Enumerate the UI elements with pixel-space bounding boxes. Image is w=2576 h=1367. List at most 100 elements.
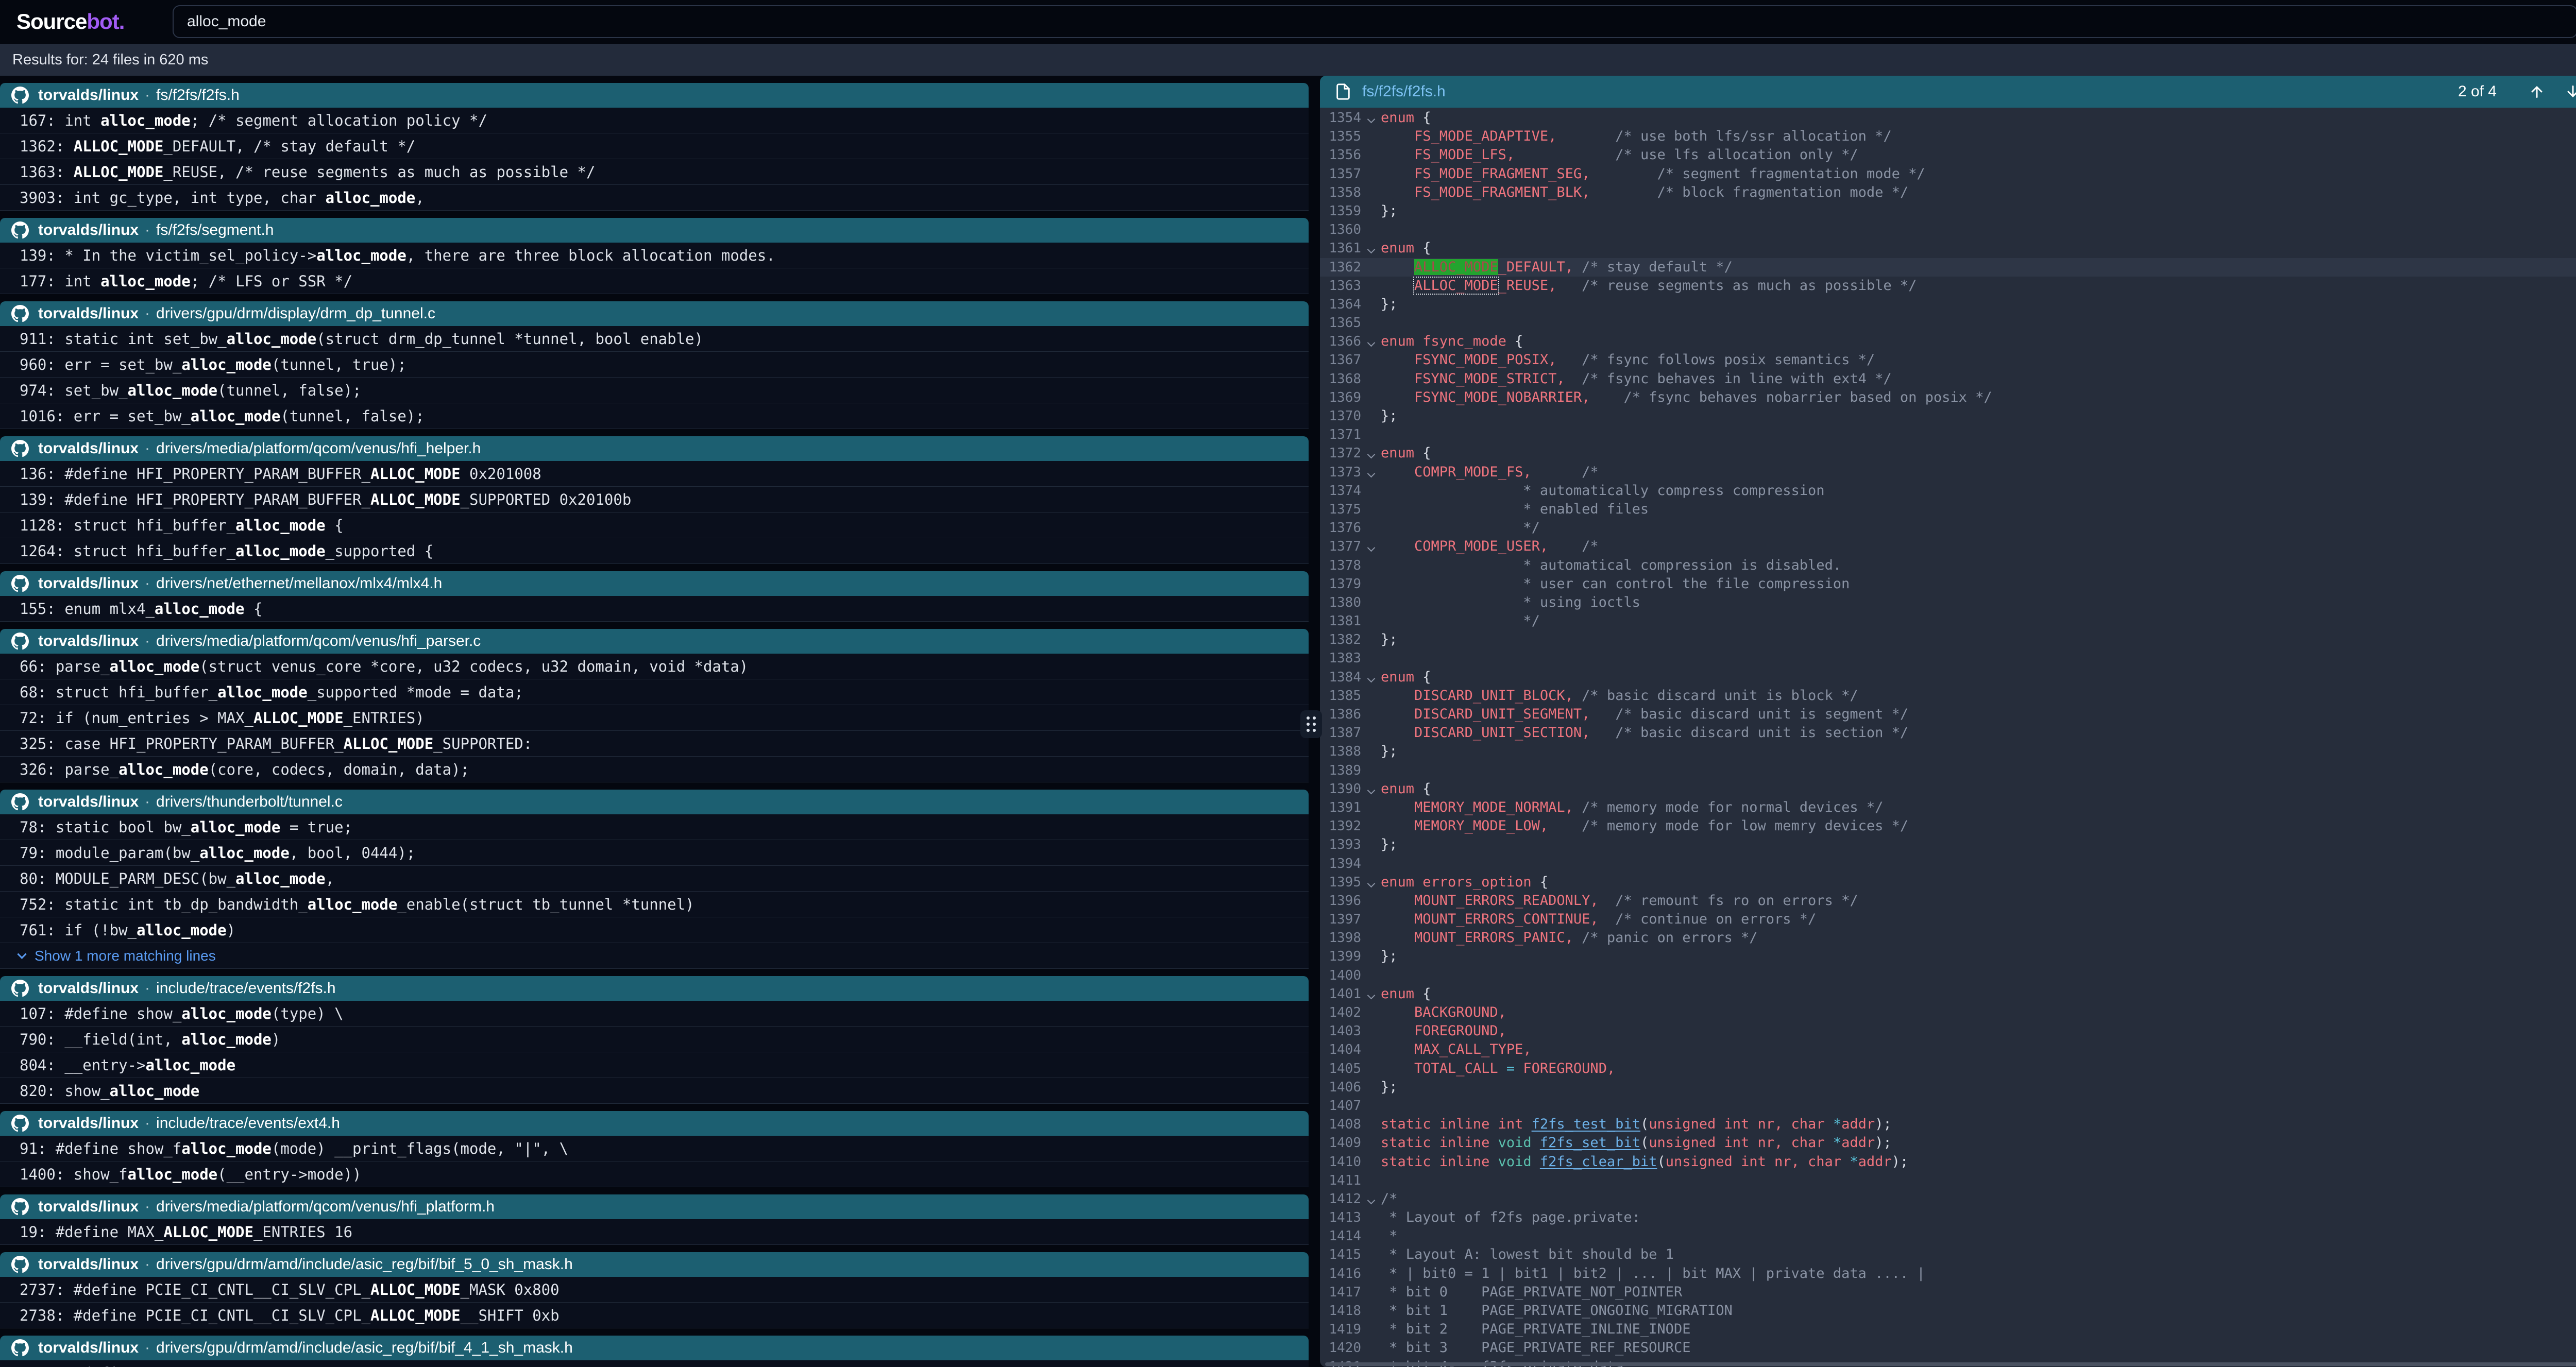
result-file-header[interactable]: torvalds/linux·drivers/media/platform/qc… <box>0 1194 1309 1219</box>
match-line[interactable]: 820: show_alloc_mode <box>0 1078 1309 1104</box>
code-after-match: { <box>245 600 263 618</box>
match-line[interactable]: 80: MODULE_PARM_DESC(bw_alloc_mode, <box>0 866 1309 892</box>
match-line[interactable]: 2738: #define PCIE_CI_CNTL__CI_SLV_CPL_A… <box>0 1303 1309 1328</box>
preview-file-name[interactable]: fs/f2fs/f2fs.h <box>1362 83 1446 100</box>
code-token: FS_MODE_FRAGMENT_BLK, <box>1414 184 1590 200</box>
match-line[interactable]: 2151: #define PCIE_CI_CNTL__CI_SLV_CPL_A… <box>0 1360 1309 1367</box>
code-token: enum <box>1381 240 1414 256</box>
fold-toggle[interactable] <box>1361 109 1381 127</box>
match-highlight: alloc_mode <box>145 1056 235 1074</box>
match-line[interactable]: 78: static bool bw_alloc_mode = true; <box>0 814 1309 840</box>
code-line: 1389 <box>1320 761 2576 780</box>
match-highlight: alloc_mode <box>316 247 406 264</box>
match-line[interactable]: 1264: struct hfi_buffer_alloc_mode_suppo… <box>0 538 1309 564</box>
result-file-header[interactable]: torvalds/linux·drivers/media/platform/qc… <box>0 436 1309 461</box>
match-line[interactable]: 1363: ALLOC_MODE_REUSE, /* reuse segment… <box>0 159 1309 185</box>
match-line[interactable]: 1016: err = set_bw_alloc_mode(tunnel, fa… <box>0 403 1309 429</box>
code-after-match: _enable(struct tb_tunnel *tunnel) <box>397 896 694 913</box>
result-file-header[interactable]: torvalds/linux·fs/f2fs/segment.h <box>0 218 1309 243</box>
result-file-header[interactable]: torvalds/linux·include/trace/events/ext4… <box>0 1111 1309 1136</box>
code-before-match: set_bw_ <box>64 382 127 399</box>
fold-toggle[interactable] <box>1361 668 1381 687</box>
previous-match-button[interactable] <box>2522 77 2551 106</box>
fold-toggle[interactable] <box>1361 1190 1381 1208</box>
match-line[interactable]: 107: #define show_alloc_mode(type) \ <box>0 1001 1309 1027</box>
fold-toggle[interactable] <box>1361 985 1381 1003</box>
match-line[interactable]: 139: #define HFI_PROPERTY_PARAM_BUFFER_A… <box>0 487 1309 512</box>
match-line[interactable]: 139: * In the victim_sel_policy->alloc_m… <box>0 243 1309 268</box>
github-icon <box>11 1256 29 1273</box>
show-more-matches-link[interactable]: Show 1 more matching lines <box>0 943 1309 969</box>
result-file-header[interactable]: torvalds/linux·fs/f2fs/f2fs.h <box>0 83 1309 108</box>
code-after-match: (core, codecs, domain, data); <box>209 761 469 778</box>
search-input[interactable] <box>173 5 2576 38</box>
match-line[interactable]: 960: err = set_bw_alloc_mode(tunnel, tru… <box>0 352 1309 378</box>
match-line[interactable]: 79: module_param(bw_alloc_mode, bool, 04… <box>0 840 1309 866</box>
line-number-prefix: 167: <box>20 112 64 129</box>
match-line[interactable]: 68: struct hfi_buffer_alloc_mode_support… <box>0 679 1309 705</box>
match-line[interactable]: 177: int alloc_mode; /* LFS or SSR */ <box>0 268 1309 294</box>
match-line[interactable]: 761: if (!bw_alloc_mode) <box>0 917 1309 943</box>
match-line[interactable]: 2737: #define PCIE_CI_CNTL__CI_SLV_CPL_A… <box>0 1277 1309 1303</box>
match-line[interactable]: 1400: show_falloc_mode(__entry->mode)) <box>0 1161 1309 1187</box>
match-line[interactable]: 66: parse_alloc_mode(struct venus_core *… <box>0 654 1309 679</box>
result-file-header[interactable]: torvalds/linux·drivers/gpu/drm/amd/inclu… <box>0 1252 1309 1277</box>
fold-toggle[interactable] <box>1361 239 1381 258</box>
match-line[interactable]: 974: set_bw_alloc_mode(tunnel, false); <box>0 378 1309 403</box>
horizontal-scrollbar[interactable] <box>1325 1362 2576 1366</box>
code-text: enum fsync_mode { <box>1381 332 1523 351</box>
fold-toggle[interactable] <box>1361 780 1381 798</box>
match-line[interactable]: 167: int alloc_mode; /* segment allocati… <box>0 108 1309 133</box>
code-token <box>1381 389 1414 405</box>
github-icon <box>11 575 29 592</box>
fold-toggle[interactable] <box>1361 463 1381 482</box>
result-file-header[interactable]: torvalds/linux·drivers/thunderbolt/tunne… <box>0 790 1309 814</box>
result-file-header[interactable]: torvalds/linux·drivers/gpu/drm/amd/inclu… <box>0 1336 1309 1360</box>
sourcebot-logo[interactable]: Sourcebot. <box>16 9 124 34</box>
code-token: enum <box>1381 781 1414 797</box>
code-token <box>1381 128 1414 144</box>
code-token: BACKGROUND, <box>1414 1004 1506 1020</box>
match-line[interactable]: 804: __entry->alloc_mode <box>0 1052 1309 1078</box>
file-path: drivers/media/platform/qcom/venus/hfi_pa… <box>156 633 481 650</box>
result-file-header[interactable]: torvalds/linux·drivers/net/ethernet/mell… <box>0 571 1309 596</box>
fold-toggle[interactable] <box>1361 537 1381 556</box>
match-line[interactable]: 326: parse_alloc_mode(core, codecs, doma… <box>0 757 1309 782</box>
match-line[interactable]: 3903: int gc_type, int type, char alloc_… <box>0 185 1309 211</box>
code-token: enum <box>1381 669 1414 685</box>
code-line: 1396 MOUNT_ERRORS_READONLY, /* remount f… <box>1320 892 2576 910</box>
code-after-match: (type) \ <box>272 1005 344 1022</box>
code-token <box>1532 464 1582 480</box>
next-match-button[interactable] <box>2558 77 2576 106</box>
fold-toggle[interactable] <box>1361 444 1381 463</box>
match-pager-label: 2 of 4 <box>2458 83 2497 100</box>
match-line[interactable]: 19: #define MAX_ALLOC_MODE_ENTRIES 16 <box>0 1219 1309 1245</box>
match-line[interactable]: 136: #define HFI_PROPERTY_PARAM_BUFFER_A… <box>0 461 1309 487</box>
code-token <box>1381 259 1414 275</box>
code-token: */ <box>1381 613 1540 629</box>
match-highlight: alloc_mode <box>155 600 245 618</box>
result-file-header[interactable]: torvalds/linux·drivers/media/platform/qc… <box>0 629 1309 654</box>
code-after-match: (tunnel, true); <box>272 356 406 373</box>
code-text: enum { <box>1381 780 1431 798</box>
fold-toggle[interactable] <box>1361 873 1381 892</box>
match-line[interactable]: 911: static int set_bw_alloc_mode(struct… <box>0 326 1309 352</box>
fold-toggle[interactable] <box>1361 332 1381 351</box>
code-before-match: #define HFI_PROPERTY_PARAM_BUFFER_ <box>64 491 370 508</box>
result-file-header[interactable]: torvalds/linux·include/trace/events/f2fs… <box>0 976 1309 1001</box>
match-line[interactable]: 1128: struct hfi_buffer_alloc_mode { <box>0 512 1309 538</box>
match-line[interactable]: 72: if (num_entries > MAX_ALLOC_MODE_ENT… <box>0 705 1309 731</box>
result-file-header[interactable]: torvalds/linux·drivers/gpu/drm/display/d… <box>0 301 1309 326</box>
code-text: FOREGROUND, <box>1381 1022 1506 1040</box>
match-line[interactable]: 752: static int tb_dp_bandwidth_alloc_mo… <box>0 892 1309 917</box>
code-token <box>1590 706 1615 722</box>
code-after-match: _SUPPORTED 0x20100b <box>461 491 632 508</box>
match-line[interactable]: 155: enum mlx4_alloc_mode { <box>0 596 1309 622</box>
panel-resize-handle[interactable] <box>1300 710 1322 738</box>
repo-name: torvalds/linux <box>38 221 139 239</box>
match-line[interactable]: 790: __field(int, alloc_mode) <box>0 1027 1309 1052</box>
code-before-match: parse_ <box>56 658 110 675</box>
match-line[interactable]: 1362: ALLOC_MODE_DEFAULT, /* stay defaul… <box>0 133 1309 159</box>
match-line[interactable]: 325: case HFI_PROPERTY_PARAM_BUFFER_ALLO… <box>0 731 1309 757</box>
match-line[interactable]: 91: #define show_falloc_mode(mode) __pri… <box>0 1136 1309 1161</box>
